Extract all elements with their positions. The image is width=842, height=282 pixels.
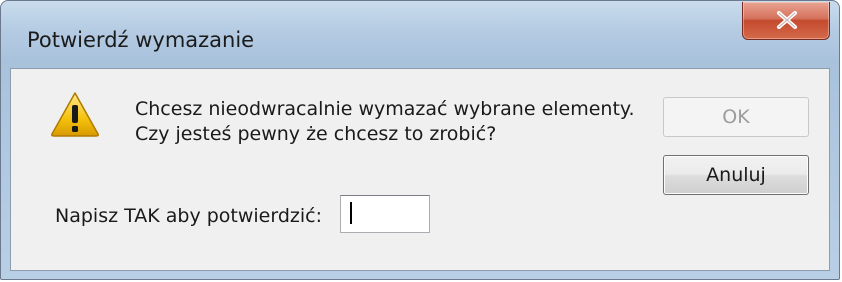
- dialog-content: Chcesz nieodwracalnie wymazać wybrane el…: [10, 68, 830, 271]
- warning-icon: [51, 92, 99, 137]
- ok-button[interactable]: OK: [663, 97, 809, 137]
- confirm-input[interactable]: [340, 195, 430, 233]
- dialog-title: Potwierdź wymazanie: [27, 28, 255, 52]
- close-x-icon: [777, 11, 797, 29]
- cancel-button[interactable]: Anuluj: [663, 155, 809, 195]
- title-bar[interactable]: Potwierdź wymazanie: [1, 1, 839, 69]
- dialog-window: Potwierdź wymazanie Chcesz nieodwracalni…: [0, 0, 840, 280]
- message-text: Chcesz nieodwracalnie wymazać wybrane el…: [135, 97, 635, 147]
- text-caret: [350, 202, 352, 224]
- message-line-2: Czy jesteś pewny że chcesz to zrobić?: [135, 123, 497, 145]
- message-line-1: Chcesz nieodwracalnie wymazać wybrane el…: [135, 98, 635, 120]
- close-button[interactable]: [742, 2, 830, 40]
- confirm-label: Napisz TAK aby potwierdzić:: [55, 205, 323, 227]
